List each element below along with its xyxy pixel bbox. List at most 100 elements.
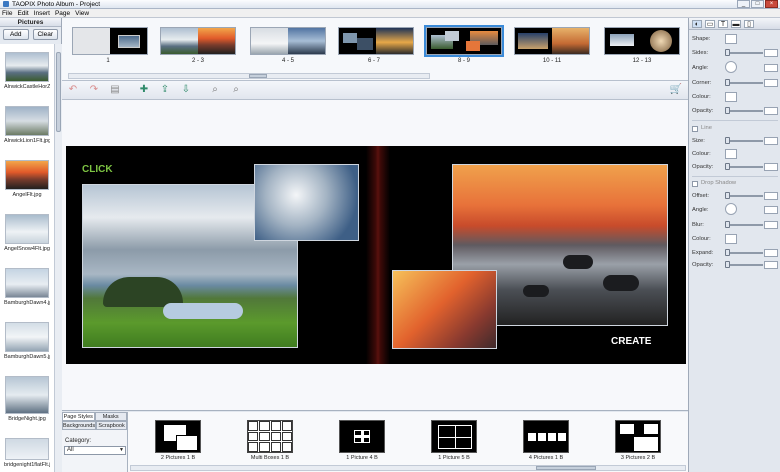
menu-view[interactable]: View (75, 10, 89, 17)
layout-item[interactable] (155, 420, 201, 453)
clear-pictures-button[interactable]: Clear (32, 29, 58, 40)
picture-item[interactable]: BridgeNight.jpg (4, 376, 50, 422)
layout-item[interactable] (615, 420, 661, 453)
corner-input[interactable] (764, 79, 778, 87)
close-button[interactable]: × (765, 0, 778, 8)
angle-dial[interactable] (725, 61, 737, 73)
blur-input[interactable] (764, 221, 778, 229)
shadow-checkbox[interactable] (692, 181, 698, 187)
offset-input[interactable] (764, 192, 778, 200)
category-value: All (67, 447, 74, 453)
delete-icon[interactable]: ▤ (109, 84, 121, 96)
cloud-photo[interactable] (254, 164, 359, 241)
filmstrip-scrollbar[interactable] (68, 73, 430, 79)
remove-page-icon[interactable]: ⇩ (180, 84, 192, 96)
text-icon[interactable]: T (718, 20, 728, 28)
layout-item[interactable] (431, 420, 477, 453)
page-spread[interactable]: CLICK CREATE (66, 146, 686, 364)
editor-canvas: CLICK CREATE (62, 100, 688, 410)
layouts-scrollbar[interactable] (130, 465, 686, 471)
palette-icon[interactable]: ◐ (692, 20, 702, 28)
layout-item[interactable] (523, 420, 569, 453)
expand-input[interactable] (764, 249, 778, 257)
sides-slider[interactable] (725, 49, 763, 56)
opacity-slider[interactable] (725, 107, 763, 114)
line-colour-swatch[interactable] (725, 149, 737, 159)
shape-selector[interactable] (725, 34, 737, 44)
category-select[interactable]: All ▼ (64, 446, 126, 455)
spread-thumbnail[interactable] (338, 27, 414, 55)
menu-edit[interactable]: Edit (17, 10, 28, 17)
picture-item[interactable]: AngelSnow4Flt.jpg (4, 214, 50, 252)
picture-thumbnail (5, 438, 49, 460)
click-text[interactable]: CLICK (82, 164, 113, 175)
opacity-label: Opacity: (692, 108, 714, 114)
expand-slider[interactable] (725, 249, 763, 256)
line-opacity-slider[interactable] (725, 163, 763, 170)
picture-item[interactable]: BamburghDawn5.jpg (4, 322, 50, 360)
picture-item[interactable]: AlnwickCastleHorZ... (4, 52, 50, 90)
scrollbar-thumb[interactable] (249, 74, 267, 78)
frame-icon[interactable]: ▭ (705, 20, 715, 28)
angle-input[interactable] (764, 64, 778, 72)
picture-item[interactable]: bridgenight1flatFlt.jpg (4, 438, 50, 468)
shadow-colour-swatch[interactable] (725, 234, 737, 244)
pictures-panel: Pictures Add Clear AlnwickCastleHorZ... … (0, 18, 62, 472)
scrollbar-thumb[interactable] (56, 52, 61, 132)
opacity-input[interactable] (764, 107, 778, 115)
picture-item[interactable]: AlnwickLion1Flt.jpg (4, 106, 50, 144)
expand-label: Expand: (692, 250, 714, 256)
line-icon[interactable]: ▬ (731, 20, 741, 28)
sunset-photo[interactable] (392, 270, 497, 349)
page-icon[interactable]: ▯ (744, 20, 754, 28)
spread-thumbnail[interactable] (514, 27, 590, 55)
size-label: Size: (692, 138, 705, 144)
zoom-out-icon[interactable]: ⌕ (230, 84, 242, 96)
size-input[interactable] (764, 137, 778, 145)
picture-item[interactable]: AngelFlt.jpg (4, 160, 50, 198)
menu-page[interactable]: Page (55, 10, 70, 17)
cart-icon[interactable]: 🛒 (670, 84, 682, 96)
spread-thumbnail[interactable] (72, 27, 148, 55)
page-thumbnail (251, 28, 288, 54)
menu-insert[interactable]: Insert (34, 10, 50, 17)
shadow-angle-input[interactable] (764, 206, 778, 214)
tab-page-styles[interactable]: Page Styles (62, 412, 95, 421)
spread-thumbnail[interactable] (604, 27, 680, 55)
sides-input[interactable] (764, 49, 778, 57)
angle-label: Angle: (692, 65, 709, 71)
tab-masks[interactable]: Masks (94, 412, 127, 421)
shadow-opacity-slider[interactable] (725, 261, 763, 268)
line-checkbox[interactable] (692, 126, 698, 132)
offset-slider[interactable] (725, 192, 763, 199)
shadow-angle-dial[interactable] (725, 203, 737, 215)
add-pictures-button[interactable]: Add (3, 29, 29, 40)
redo-icon[interactable]: ↷ (88, 84, 100, 96)
size-slider[interactable] (725, 137, 763, 144)
insert-page-icon[interactable]: ⇪ (159, 84, 171, 96)
blur-slider[interactable] (725, 221, 763, 228)
corner-slider[interactable] (725, 79, 763, 86)
tab-scrapbook[interactable]: Scrapbook (96, 421, 127, 430)
create-text[interactable]: CREATE (611, 336, 651, 347)
page-thumbnail (288, 28, 325, 54)
picture-item[interactable]: BamburghDawn4.jpg (4, 268, 50, 306)
colour-swatch[interactable] (725, 92, 737, 102)
pictures-scrollbar[interactable] (54, 44, 62, 472)
add-page-icon[interactable]: ✚ (138, 84, 150, 96)
undo-icon[interactable]: ↶ (67, 84, 79, 96)
minimize-button[interactable]: _ (737, 0, 750, 8)
layout-item[interactable] (339, 420, 385, 453)
zoom-in-icon[interactable]: ⌕ (209, 84, 221, 96)
shadow-opacity-input[interactable] (764, 261, 778, 269)
maximize-button[interactable]: □ (751, 0, 764, 8)
line-opacity-input[interactable] (764, 163, 778, 171)
layout-item[interactable] (247, 420, 293, 453)
spread-thumbnail[interactable] (160, 27, 236, 55)
scrollbar-thumb[interactable] (536, 466, 596, 470)
spread-thumbnail[interactable] (250, 27, 326, 55)
spread-label: 6 - 7 (367, 58, 380, 64)
tab-backgrounds[interactable]: Backgrounds (62, 421, 97, 430)
menu-file[interactable]: File (2, 10, 12, 17)
spread-thumbnail-selected[interactable] (424, 25, 504, 57)
